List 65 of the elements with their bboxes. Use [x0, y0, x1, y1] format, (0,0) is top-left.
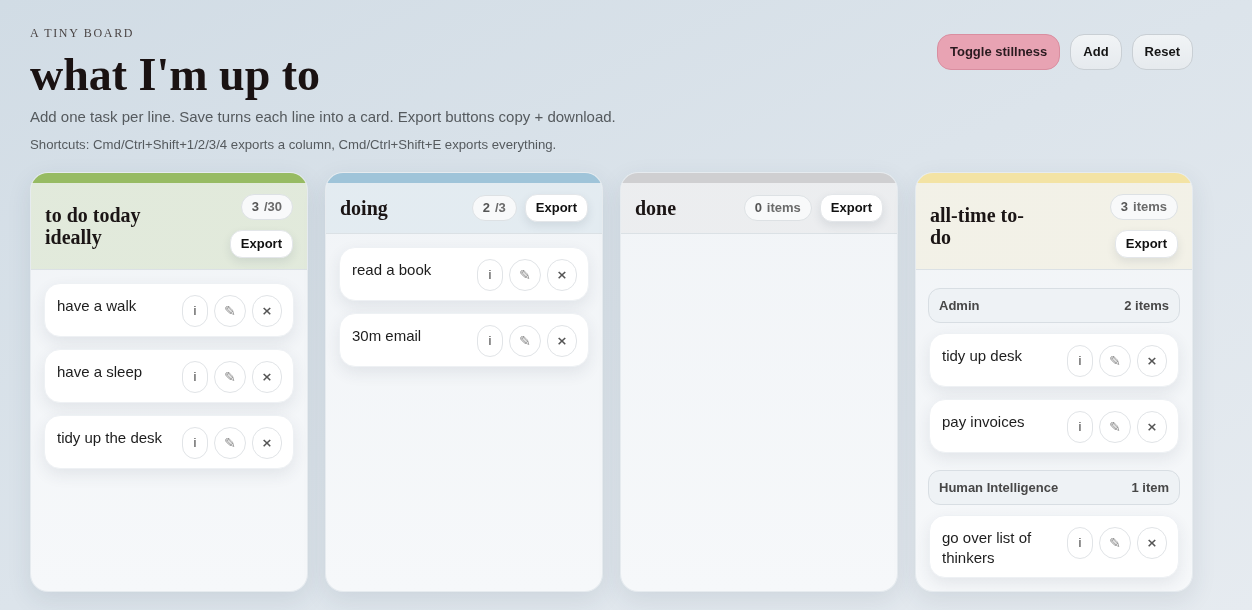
group-header[interactable]: Human Intelligence 1 item — [928, 470, 1180, 505]
task-text: pay invoices — [942, 412, 1025, 432]
count-badge: 3 /30 — [240, 194, 293, 220]
export-button[interactable]: Export — [229, 230, 293, 258]
count-badge: 0 items — [743, 195, 812, 221]
task-card[interactable]: pay invoices i ✎ × — [929, 399, 1179, 453]
info-button[interactable]: i — [1067, 527, 1093, 559]
count-badge: 2 /3 — [471, 195, 517, 221]
column-title: doing — [340, 197, 388, 219]
info-button[interactable]: i — [182, 295, 208, 327]
task-text: 30m email — [352, 326, 422, 346]
info-button[interactable]: i — [1067, 411, 1093, 443]
edit-button[interactable]: ✎ — [509, 259, 541, 291]
count-badge: 3 items — [1109, 194, 1178, 220]
group-name: Admin — [939, 296, 980, 315]
export-button[interactable]: Export — [524, 194, 588, 222]
group-name: Human Intelligence — [939, 478, 1059, 497]
task-text: tidy up desk — [942, 346, 1023, 366]
toolbar-button[interactable]: Add — [1070, 34, 1122, 70]
export-button[interactable]: Export — [1114, 230, 1178, 258]
edit-button[interactable]: ✎ — [214, 295, 246, 327]
edit-button[interactable]: ✎ — [214, 361, 246, 393]
edit-button[interactable]: ✎ — [1099, 345, 1131, 377]
delete-button[interactable]: × — [547, 325, 577, 357]
task-text: have a walk — [57, 296, 137, 316]
info-button[interactable]: i — [182, 427, 208, 459]
group-count: 1 item — [1131, 478, 1169, 497]
delete-button[interactable]: × — [252, 427, 282, 459]
delete-button[interactable]: × — [252, 295, 282, 327]
export-button[interactable]: Export — [819, 194, 883, 222]
column-title: to do today ideally — [45, 204, 142, 248]
task-card[interactable]: go over list of thinkers i ✎ × — [929, 515, 1179, 578]
delete-button[interactable]: × — [1137, 345, 1167, 377]
task-card[interactable]: read a book i ✎ × — [339, 247, 589, 301]
delete-button[interactable]: × — [547, 259, 577, 291]
edit-button[interactable]: ✎ — [1099, 527, 1131, 559]
task-card[interactable]: tidy up desk i ✎ × — [929, 333, 1179, 387]
delete-button[interactable]: × — [1137, 527, 1167, 559]
task-card[interactable]: 30m email i ✎ × — [339, 313, 589, 367]
eyebrow-label: A TINY BOARD — [30, 26, 135, 40]
info-button[interactable]: i — [477, 259, 503, 291]
toolbar-button[interactable]: Reset — [1131, 34, 1193, 70]
shortcuts-hint: Shortcuts: Cmd/Ctrl+Shift+1/2/3/4 exports a column, Cmd/Ctrl+Shift+E exports everything. — [30, 136, 557, 154]
group-header[interactable]: Admin 2 items — [928, 288, 1180, 323]
task-text: read a book — [352, 260, 432, 280]
toolbar-button[interactable]: Toggle stillness — [937, 34, 1061, 70]
delete-button[interactable]: × — [252, 361, 282, 393]
edit-button[interactable]: ✎ — [1099, 411, 1131, 443]
edit-button[interactable]: ✎ — [214, 427, 246, 459]
delete-button[interactable]: × — [1137, 411, 1167, 443]
task-card[interactable]: have a walk i ✎ × — [44, 283, 294, 337]
column-title: done — [635, 197, 677, 219]
column-title: all-time to-do — [930, 204, 1025, 248]
page-description: Add one task per line. Save turns each line into a card. Export buttons copy + download. — [30, 107, 616, 127]
task-text: tidy up the desk — [57, 428, 163, 448]
info-button[interactable]: i — [182, 361, 208, 393]
info-button[interactable]: i — [1067, 345, 1093, 377]
task-card[interactable]: tidy up the desk i ✎ × — [44, 415, 294, 469]
edit-button[interactable]: ✎ — [509, 325, 541, 357]
task-text: have a sleep — [57, 362, 143, 382]
task-text: go over list of thinkers — [942, 528, 1033, 568]
page-title: what I'm up to — [30, 50, 321, 100]
info-button[interactable]: i — [477, 325, 503, 357]
group-count: 2 items — [1124, 296, 1169, 315]
task-card[interactable]: have a sleep i ✎ × — [44, 349, 294, 403]
